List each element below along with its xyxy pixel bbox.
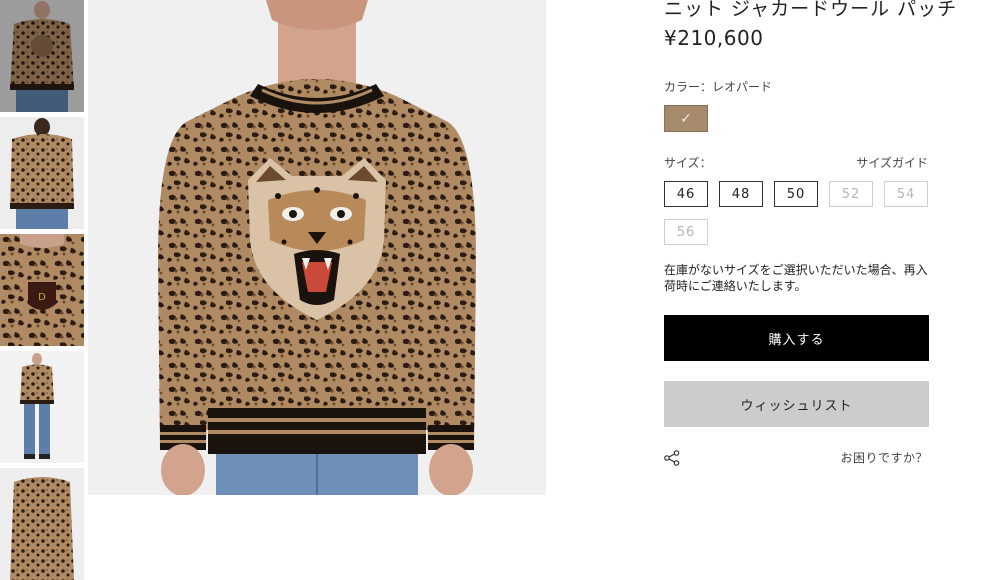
- size-option-50[interactable]: 50: [774, 181, 818, 207]
- thumbnail-front-view[interactable]: [0, 0, 84, 112]
- size-option-56[interactable]: 56: [664, 219, 708, 245]
- sweater-illustration: [88, 0, 546, 495]
- thumbnail-outfit-image: [0, 351, 84, 463]
- restock-notice: 在庫がないサイズをご選択いただいた場合、再入荷時にご連絡いたします。: [664, 263, 928, 293]
- thumbnail-back-image: [0, 117, 84, 229]
- main-product-image[interactable]: [88, 0, 546, 495]
- size-option-54[interactable]: 54: [884, 181, 928, 207]
- check-icon: ✓: [680, 110, 692, 127]
- color-swatch-leopard[interactable]: ✓: [664, 105, 708, 132]
- size-option-48[interactable]: 48: [719, 181, 763, 207]
- thumbnail-list: D: [0, 0, 86, 580]
- wishlist-button[interactable]: ウィッシュリスト: [664, 381, 929, 427]
- svg-text:D: D: [38, 292, 46, 303]
- size-label: サイズ：: [664, 156, 712, 170]
- product-title: ニット ジャカードウール パッチ: [664, 0, 958, 20]
- thumbnail-detail-patch[interactable]: D: [0, 234, 84, 346]
- size-option-46[interactable]: 46: [664, 181, 708, 207]
- size-option-52[interactable]: 52: [829, 181, 873, 207]
- thumbnail-close-up[interactable]: [0, 468, 84, 580]
- share-icon[interactable]: [664, 450, 680, 466]
- thumbnail-closeup-image: [0, 468, 84, 580]
- buy-button[interactable]: 購入する: [664, 315, 929, 361]
- product-price: ¥210,600: [664, 26, 764, 50]
- thumbnail-full-outfit[interactable]: [0, 351, 84, 463]
- thumbnail-back-view[interactable]: [0, 117, 84, 229]
- thumbnail-detail-image: D: [0, 234, 84, 346]
- size-guide-link[interactable]: サイズガイド: [856, 154, 928, 171]
- help-link[interactable]: お困りですか？: [840, 449, 928, 466]
- color-label: カラー：レオパード: [664, 80, 773, 94]
